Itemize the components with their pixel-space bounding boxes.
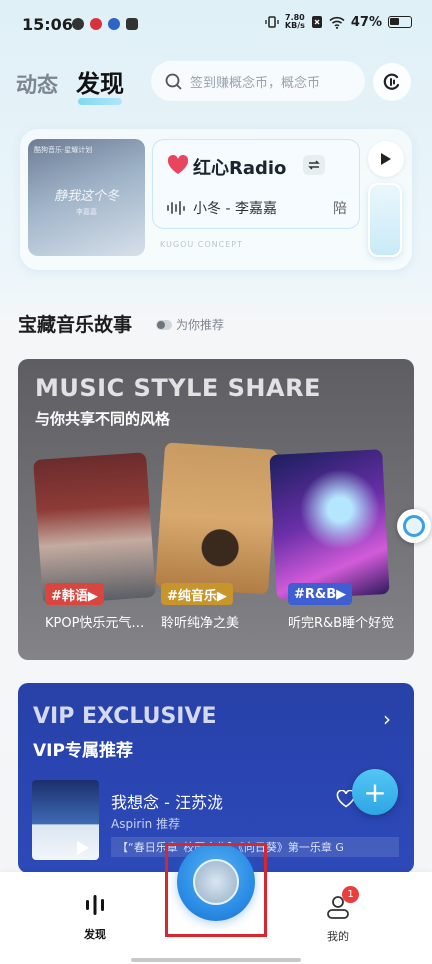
battery-percent: 47% [350,14,382,30]
next-song-preview: 陪 [333,201,347,217]
nav-me-label: 我的 [327,930,349,943]
notification-icons [72,18,138,30]
battery-icon [388,16,412,28]
bars-icon [86,895,104,915]
search-input[interactable]: 签到赚概念币，概念币 [151,61,365,101]
app-notification-icon [108,18,120,30]
swap-icon [308,160,320,170]
sound-wave-icon [167,201,185,215]
vinyl-widget[interactable] [368,183,402,257]
floating-ball-icon [403,515,425,537]
search-icon [165,73,182,90]
vip-song-cover[interactable] [32,780,99,860]
recommend-tag[interactable]: 为你推荐 [156,316,224,333]
style-tag-rnb[interactable]: #R&B▶ [288,583,353,605]
top-tabs: 动态 发现 [16,64,124,105]
vip-title: VIP EXCLUSIVE [33,704,217,729]
nav-discover[interactable]: 发现 [72,892,118,942]
style-share-title: MUSIC STYLE SHARE [35,374,321,402]
tab-dynamic[interactable]: 动态 [16,69,58,99]
now-playing-row: 小冬 - 李嘉嘉 [167,198,277,218]
nav-me[interactable]: 1 我的 [316,886,360,944]
vip-recommender: Aspirin 推荐 [111,817,181,831]
vip-song-title[interactable]: 我想念 - 汪苏泷 [111,789,223,813]
section-title: 宝藏音乐故事 [18,314,133,336]
home-indicator[interactable] [131,958,301,962]
highlight-box [165,843,267,937]
album-title: 静我这个冬 [53,189,119,204]
rnb-thumbnail[interactable] [269,449,390,600]
status-bar: 15:06 7.80 KB/s 47% [0,0,432,50]
app-notification-icon [126,18,138,30]
now-playing-song: 小冬 - 李嘉嘉 [193,201,277,217]
chevron-right-icon[interactable]: › [383,707,391,731]
notification-badge: 1 [342,886,359,903]
wifi-icon [329,16,345,29]
radio-card[interactable]: 酷狗音乐·星耀计划 静我这个冬 李嘉嘉 红心Radio 小冬 - 李嘉嘉 陪 K… [20,129,412,270]
recommend-label: 为你推荐 [176,318,225,332]
style-caption-rnb: 听完R&B睡个好觉 [288,616,395,631]
net-speed: 7.80 KB/s [284,13,305,30]
kpop-thumbnail[interactable] [33,452,156,605]
recommend-toggle-icon [156,319,172,330]
radio-title: 红心Radio [193,158,287,179]
instrumental-thumbnail[interactable] [155,442,278,595]
radio-info-panel[interactable]: 红心Radio 小冬 - 李嘉嘉 陪 [152,139,360,229]
search-placeholder: 签到赚概念币，概念币 [190,75,321,91]
concept-label: KUGOU CONCEPT [160,240,243,249]
sim-icon [311,16,322,28]
album-cover[interactable]: 酷狗音乐·星耀计划 静我这个冬 李嘉嘉 [28,139,145,256]
vibrate-icon [265,16,279,28]
switch-mode-button[interactable] [303,155,325,175]
style-tag-korean[interactable]: #韩语▶ [45,583,104,605]
floating-assistant-button[interactable] [397,509,431,543]
add-button[interactable]: + [352,769,398,815]
style-share-subtitle: 与你共享不同的风格 [35,410,171,428]
status-right: 7.80 KB/s 47% [265,14,412,30]
app-notification-icon [72,18,84,30]
heart-icon [167,155,189,174]
plus-icon: + [363,775,387,809]
status-time: 15:06 [22,15,73,34]
play-icon [381,153,391,165]
vip-subtitle: VIP专属推荐 [33,741,133,761]
album-brand: 酷狗音乐·星耀计划 [34,146,93,154]
style-caption-instrumental: 聆听纯净之美 [161,616,240,631]
app-notification-icon [90,18,102,30]
play-icon [77,841,89,855]
play-button[interactable] [368,141,404,177]
album-artist: 李嘉嘉 [76,208,97,216]
nav-discover-label: 发现 [84,928,106,941]
style-tag-instrumental[interactable]: #纯音乐▶ [161,583,233,605]
voice-recognize-icon [383,73,400,90]
tab-discover[interactable]: 发现 [76,64,124,105]
voice-search-button[interactable] [373,63,411,101]
style-caption-korean: KPOP快乐元气… [45,616,145,631]
style-share-card[interactable]: MUSIC STYLE SHARE 与你共享不同的风格 #韩语▶ #纯音乐▶ #… [18,359,414,660]
